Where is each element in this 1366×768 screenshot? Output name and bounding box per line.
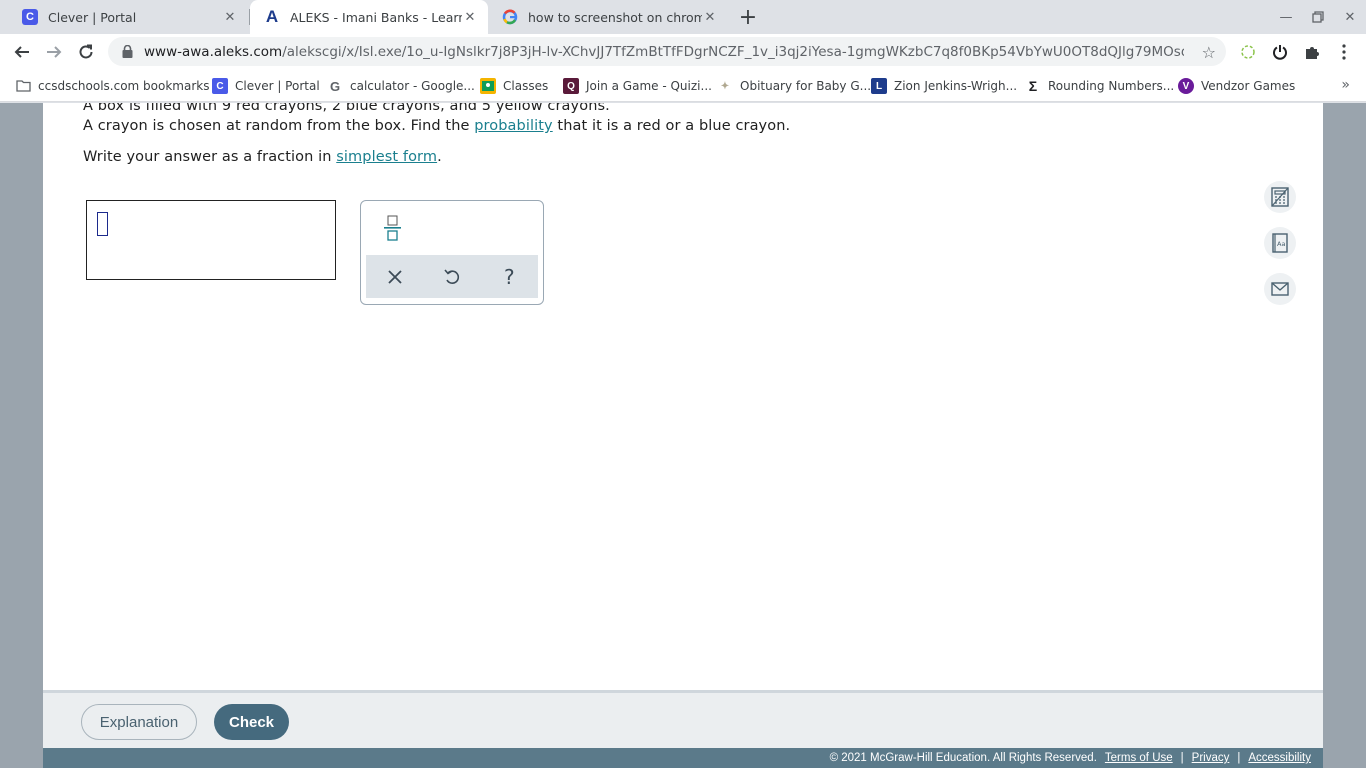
url-path: /alekscgi/x/Isl.exe/1o_u-IgNslkr7j8P3jH-…	[282, 43, 1184, 60]
undo-icon[interactable]	[437, 262, 467, 292]
bookmark-obituary[interactable]: ✦ Obituary for Baby G...	[717, 77, 871, 95]
question-text: A crayon is chosen at random from the bo…	[83, 118, 475, 134]
bookmark-label: Obituary for Baby G...	[740, 79, 872, 93]
address-bar[interactable]: www-awa.aleks.com/alekscgi/x/Isl.exe/1o_…	[108, 37, 1226, 66]
bookmark-rounding[interactable]: Σ Rounding Numbers...	[1025, 77, 1174, 95]
close-tab-icon[interactable]: ✕	[462, 9, 478, 25]
fraction-icon	[384, 215, 401, 241]
input-cursor-placeholder[interactable]	[97, 212, 108, 236]
bookmark-label: Join a Game - Quizi...	[586, 79, 712, 93]
aleks-favicon-icon: A	[265, 7, 279, 26]
google-favicon-icon	[502, 9, 518, 25]
tab-clever[interactable]: C Clever | Portal ✕	[8, 0, 248, 34]
bookmark-star-icon[interactable]: ☆	[1202, 43, 1216, 62]
obituary-icon: ✦	[720, 80, 730, 92]
footer-separator: |	[1237, 752, 1241, 764]
instruction-line: Write your answer as a fraction in simpl…	[83, 149, 442, 165]
bookmark-label: Vendzor Games	[1201, 79, 1296, 93]
page-footer: © 2021 McGraw-Hill Education. All Rights…	[43, 748, 1323, 768]
classroom-icon	[480, 78, 496, 94]
math-keypad: ?	[360, 200, 544, 305]
bookmark-calculator[interactable]: G calculator - Google...	[327, 77, 475, 95]
sigma-icon: Σ	[1028, 78, 1038, 94]
clever-icon: C	[212, 78, 228, 94]
bookmarks-overflow-icon[interactable]: »	[1341, 77, 1350, 93]
action-bar: Explanation Check	[43, 690, 1323, 748]
bookmark-vendzor[interactable]: V Vendzor Games	[1178, 77, 1295, 95]
bookmarks-bar: ccsdschools.com bookmarks C Clever | Por…	[0, 70, 1366, 102]
question-line-2: A crayon is chosen at random from the bo…	[83, 118, 790, 134]
new-tab-button[interactable]: +	[736, 5, 760, 30]
extensions-puzzle-icon[interactable]	[1300, 40, 1324, 64]
close-tab-icon[interactable]: ✕	[222, 9, 238, 25]
clever-favicon-icon: C	[22, 9, 38, 25]
folder-icon	[15, 78, 31, 94]
clear-x-icon[interactable]	[380, 262, 410, 292]
bookmark-quizizz[interactable]: Q Join a Game - Quizi...	[563, 77, 712, 95]
power-icon[interactable]	[1268, 40, 1292, 64]
check-button[interactable]: Check	[214, 704, 289, 740]
footer-separator: |	[1180, 752, 1184, 764]
reload-icon[interactable]	[73, 39, 99, 65]
svg-text:Aa: Aa	[1277, 240, 1285, 248]
vendzor-icon: V	[1178, 78, 1194, 94]
google-icon: G	[329, 78, 341, 94]
fraction-template-button[interactable]	[381, 213, 405, 243]
bookmark-zion[interactable]: L Zion Jenkins-Wrigh...	[871, 77, 1017, 95]
page-viewport: A box is filled with 9 red crayons, 2 bl…	[0, 103, 1366, 768]
tab-google-search[interactable]: how to screenshot on chromebo ✕	[488, 0, 728, 34]
bookmark-label: Classes	[503, 79, 549, 93]
bookmark-classes[interactable]: Classes	[480, 77, 548, 95]
instruction-text: Write your answer as a fraction in	[83, 149, 337, 165]
calculator-icon[interactable]	[1264, 181, 1296, 213]
close-tab-icon[interactable]: ✕	[702, 9, 718, 25]
bookmark-clever[interactable]: C Clever | Portal	[212, 77, 320, 95]
bookmark-label: calculator - Google...	[350, 79, 475, 93]
question-panel: A box is filled with 9 red crayons, 2 bl…	[43, 103, 1323, 693]
help-question-icon[interactable]: ?	[494, 262, 524, 292]
bookmark-label: ccsdschools.com bookmarks	[38, 79, 210, 93]
extension-loading-icon[interactable]	[1236, 40, 1260, 64]
bookmark-label: Zion Jenkins-Wrigh...	[894, 79, 1018, 93]
url-text: www-awa.aleks.com/alekscgi/x/Isl.exe/1o_…	[144, 44, 1184, 60]
lock-icon[interactable]	[120, 45, 134, 59]
question-line-1: A box is filled with 9 red crayons, 2 bl…	[83, 103, 610, 114]
copyright-text: © 2021 McGraw-Hill Education. All Rights…	[829, 752, 1097, 764]
bookmark-label: Rounding Numbers...	[1048, 79, 1175, 93]
tab-strip: C Clever | Portal ✕ A ALEKS - Imani Bank…	[0, 0, 1366, 34]
l-icon: L	[871, 78, 887, 94]
terms-of-use-link[interactable]: Terms of Use	[1105, 752, 1173, 764]
menu-kebab-icon[interactable]	[1332, 40, 1356, 64]
close-window-icon[interactable]: ✕	[1340, 7, 1360, 27]
bookmark-ccsdschools[interactable]: ccsdschools.com bookmarks	[15, 77, 209, 95]
tab-title: how to screenshot on chromebo	[528, 9, 702, 25]
browser-toolbar: www-awa.aleks.com/alekscgi/x/Isl.exe/1o_…	[0, 34, 1366, 70]
back-arrow-icon[interactable]	[9, 39, 35, 65]
tab-aleks[interactable]: A ALEKS - Imani Banks - Learn ✕	[250, 0, 488, 34]
answer-input[interactable]	[86, 200, 336, 280]
minimize-icon[interactable]: —	[1276, 7, 1296, 27]
restore-icon[interactable]	[1308, 7, 1328, 27]
accessibility-link[interactable]: Accessibility	[1248, 752, 1311, 764]
keypad-action-row: ?	[366, 255, 538, 298]
question-text: that it is a red or a blue crayon.	[552, 118, 791, 134]
dictionary-icon[interactable]: Aa	[1264, 227, 1296, 259]
privacy-link[interactable]: Privacy	[1192, 752, 1230, 764]
message-envelope-icon[interactable]	[1264, 273, 1296, 305]
simplest-form-link[interactable]: simplest form	[336, 149, 437, 165]
tab-title: ALEKS - Imani Banks - Learn	[290, 9, 462, 25]
bookmark-label: Clever | Portal	[235, 79, 320, 93]
url-host: www-awa.aleks.com	[144, 43, 283, 60]
tab-title: Clever | Portal	[48, 9, 137, 25]
explanation-button[interactable]: Explanation	[81, 704, 197, 740]
probability-link[interactable]: probability	[474, 118, 552, 134]
quizizz-icon: Q	[563, 78, 579, 94]
instruction-text: .	[437, 149, 442, 165]
forward-arrow-icon[interactable]	[41, 39, 67, 65]
